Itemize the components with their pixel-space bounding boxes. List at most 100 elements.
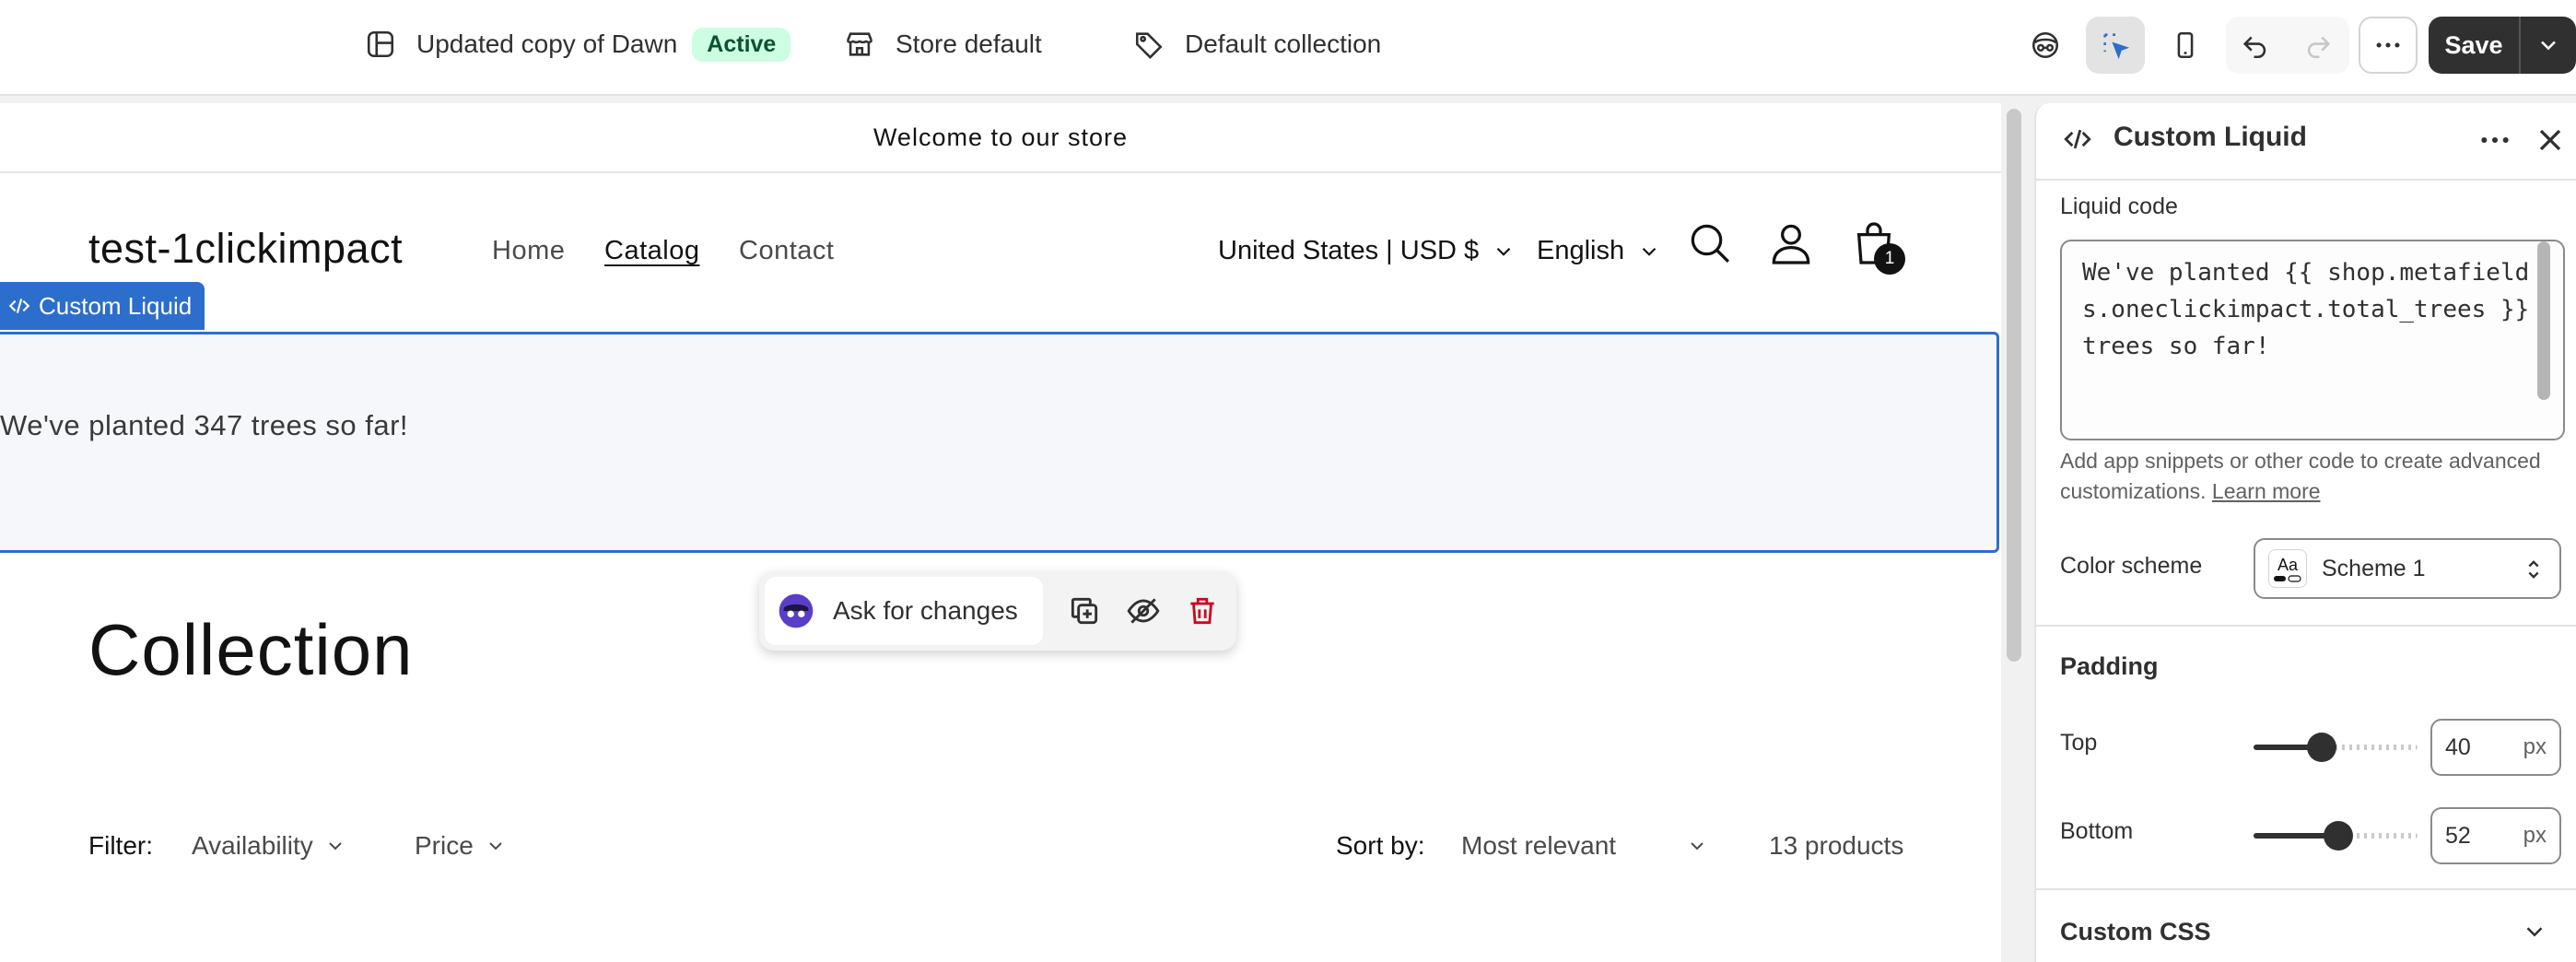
status-badge: Active	[692, 27, 791, 62]
duplicate-icon[interactable]	[1067, 593, 1102, 628]
padding-top-value: 40	[2445, 733, 2471, 760]
learn-more-link[interactable]: Learn more	[2212, 479, 2321, 503]
language-selector[interactable]: English	[1537, 236, 1661, 266]
padding-heading: Padding	[2060, 652, 2159, 680]
close-icon[interactable]	[2532, 122, 2569, 158]
tag-icon	[1135, 32, 1163, 59]
chevron-down-icon	[1496, 247, 1511, 256]
settings-divider	[2036, 888, 2576, 890]
padding-top-label: Top	[2060, 730, 2098, 756]
language-selector-label: English	[1537, 236, 1625, 265]
save-options-button[interactable]	[2521, 17, 2576, 74]
country-selector-label: United States | USD $	[1218, 236, 1480, 265]
ai-assistant-icon	[2032, 31, 2059, 59]
sort-select-value: Most relevant	[1461, 831, 1617, 860]
inspector-button[interactable]	[2086, 17, 2145, 74]
padding-top-unit: px	[2523, 734, 2547, 759]
chevron-down-icon	[2541, 41, 2556, 51]
settings-divider	[2036, 625, 2576, 627]
selected-section-outline[interactable]	[0, 332, 1999, 553]
cart-count-badge: 1	[1874, 243, 1905, 275]
preview-scrollbar-thumb[interactable]	[2007, 109, 2021, 662]
select-cursor-icon	[2103, 33, 2130, 60]
color-scheme-value: Scheme 1	[2322, 555, 2426, 581]
padding-bottom-label: Bottom	[2060, 818, 2134, 844]
padding-top-slider[interactable]	[2254, 733, 2418, 762]
theme-name: Updated copy of Dawn	[416, 29, 678, 58]
announcement-bar[interactable]: Welcome to our store	[0, 103, 2001, 173]
color-scheme-swatch: Aa	[2268, 549, 2307, 588]
more-actions-button[interactable]	[2359, 17, 2418, 74]
chevron-down-icon	[1691, 842, 1704, 851]
store-selector[interactable]: Store default	[844, 0, 1042, 88]
nav-link-catalog[interactable]: Catalog	[604, 236, 699, 266]
color-scheme-label: Color scheme	[2060, 553, 2203, 579]
chevron-down-icon[interactable]	[2521, 918, 2548, 945]
undo-icon	[2242, 36, 2266, 59]
ellipsis-icon	[2376, 42, 2400, 48]
code-icon	[2064, 129, 2091, 149]
selected-section-tag-label: Custom Liquid	[39, 291, 193, 320]
search-icon[interactable]	[1684, 217, 1736, 269]
padding-bottom-input[interactable]: 52 px	[2430, 807, 2561, 864]
country-selector[interactable]: United States | USD $	[1218, 236, 1516, 266]
ellipsis-icon[interactable]	[2476, 122, 2513, 158]
liquid-code-value[interactable]: We've planted {{ shop.metafields.oneclic…	[2082, 254, 2539, 365]
padding-top-input[interactable]: 40 px	[2430, 719, 2561, 776]
filter-availability[interactable]: Availability	[192, 831, 346, 861]
store-icon	[846, 32, 873, 56]
liquid-code-help: Add app snippets or other code to create…	[2060, 446, 2565, 507]
chevron-up-down-icon	[2528, 560, 2539, 579]
mobile-preview-button[interactable]	[2156, 17, 2215, 74]
editor-topbar: Updated copy of Dawn Active Store defaul…	[0, 0, 2576, 96]
nav-link-contact[interactable]: Contact	[739, 236, 834, 266]
selected-section-tag[interactable]: Custom Liquid	[0, 282, 205, 330]
color-scheme-swatch-text: Aa	[2277, 555, 2299, 574]
ask-for-changes-label: Ask for changes	[833, 596, 1018, 625]
sidekick-button[interactable]	[2016, 17, 2075, 74]
theme-selector[interactable]: Updated copy of Dawn Active	[365, 0, 791, 88]
store-preview[interactable]: Welcome to our store test-1clickimpact H…	[0, 103, 2001, 962]
delete-icon[interactable]	[1185, 593, 1220, 628]
save-button[interactable]: Save	[2429, 17, 2521, 74]
chevron-down-icon	[1642, 247, 1657, 256]
swatch-bars-icon	[2274, 574, 2301, 582]
undo-button[interactable]	[2226, 17, 2285, 74]
filter-label: Filter:	[88, 831, 153, 860]
ask-for-changes-button[interactable]: Ask for changes	[765, 577, 1043, 645]
padding-bottom-slider[interactable]	[2254, 821, 2418, 851]
mobile-icon	[2177, 31, 2194, 59]
padding-top-slider-thumb[interactable]	[2307, 733, 2336, 762]
code-icon	[8, 299, 30, 313]
chevron-down-icon	[329, 842, 342, 851]
custom-liquid-output: We've planted 347 trees so far!	[0, 409, 409, 441]
custom-css-heading[interactable]: Custom CSS	[2060, 918, 2211, 946]
filter-availability-label: Availability	[192, 831, 313, 860]
store-selector-label: Store default	[896, 29, 1042, 58]
template-selector-label: Default collection	[1185, 29, 1382, 58]
save-button-group: Save	[2429, 17, 2576, 74]
account-icon[interactable]	[1765, 217, 1817, 269]
padding-bottom-value: 52	[2445, 822, 2471, 849]
color-scheme-select[interactable]: Aa Scheme 1	[2254, 538, 2561, 599]
padding-bottom-slider-thumb[interactable]	[2324, 821, 2353, 851]
filter-price[interactable]: Price	[415, 831, 507, 861]
layout-icon	[367, 30, 394, 58]
sort-label: Sort by:	[1336, 831, 1425, 860]
ai-assistant-icon	[779, 593, 814, 628]
code-editor-scrollbar[interactable]	[2537, 241, 2550, 400]
panel-header-divider	[2036, 179, 2576, 181]
redo-icon	[2307, 36, 2331, 59]
hide-icon[interactable]	[1126, 593, 1161, 628]
collection-title: Collection	[88, 609, 414, 690]
section-settings-panel: Custom Liquid Liquid code We've planted …	[2034, 103, 2576, 962]
sort-select[interactable]: Most relevant	[1461, 831, 1708, 861]
section-floating-toolbar: Ask for changes	[759, 571, 1236, 651]
redo-button[interactable]	[2289, 17, 2348, 74]
template-selector[interactable]: Default collection	[1133, 0, 1381, 88]
filter-price-label: Price	[415, 831, 474, 860]
liquid-code-label: Liquid code	[2060, 194, 2178, 219]
nav-link-home[interactable]: Home	[492, 236, 565, 266]
liquid-code-editor[interactable]: We've planted {{ shop.metafields.oneclic…	[2060, 240, 2565, 440]
store-logo-text[interactable]: test-1clickimpact	[88, 225, 403, 273]
